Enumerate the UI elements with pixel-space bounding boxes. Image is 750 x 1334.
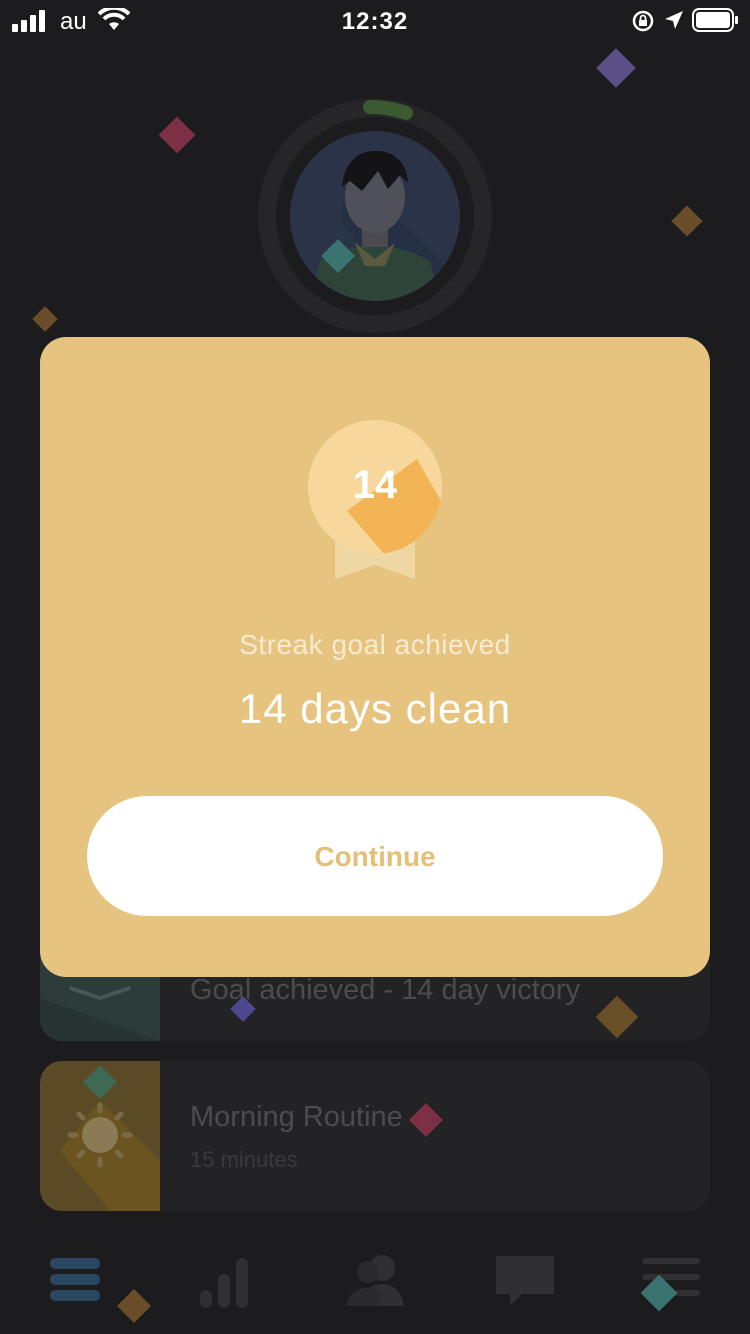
status-bar: au 12:32 xyxy=(0,0,750,44)
modal-subtitle: Streak goal achieved xyxy=(239,629,511,660)
tab-chat[interactable] xyxy=(490,1250,570,1310)
list-icon xyxy=(50,1258,100,1301)
streak-achievement-modal: 14 Streak goal achieved 14 days clean Co… xyxy=(40,337,710,977)
confetti-piece xyxy=(32,306,58,332)
location-icon xyxy=(665,11,683,29)
menu-icon xyxy=(642,1258,700,1296)
rotation-lock-icon xyxy=(632,10,654,32)
continue-button[interactable]: Continue xyxy=(87,796,663,916)
confetti-piece xyxy=(596,48,636,88)
card-subtitle: 15 minutes xyxy=(190,1147,298,1172)
modal-title: 14 days clean xyxy=(238,685,512,732)
badge-number: 14 xyxy=(352,463,398,507)
tab-bar xyxy=(0,1226,750,1334)
tab-community[interactable] xyxy=(338,1250,418,1310)
avatar-illustration xyxy=(310,150,460,301)
confetti-piece xyxy=(671,205,703,237)
community-icon xyxy=(346,1255,404,1306)
tab-list[interactable] xyxy=(40,1250,120,1310)
card-title: Morning Routine xyxy=(190,1101,403,1133)
activity-card-morning-routine[interactable]: Morning Routine 15 minutes xyxy=(40,1061,710,1211)
chat-icon xyxy=(496,1256,554,1306)
avatar[interactable] xyxy=(290,131,460,301)
tab-menu[interactable] xyxy=(632,1250,712,1310)
battery-icon xyxy=(692,8,738,32)
bar-chart-icon xyxy=(200,1258,248,1308)
confetti-piece xyxy=(158,116,196,154)
tab-stats[interactable] xyxy=(190,1250,270,1310)
